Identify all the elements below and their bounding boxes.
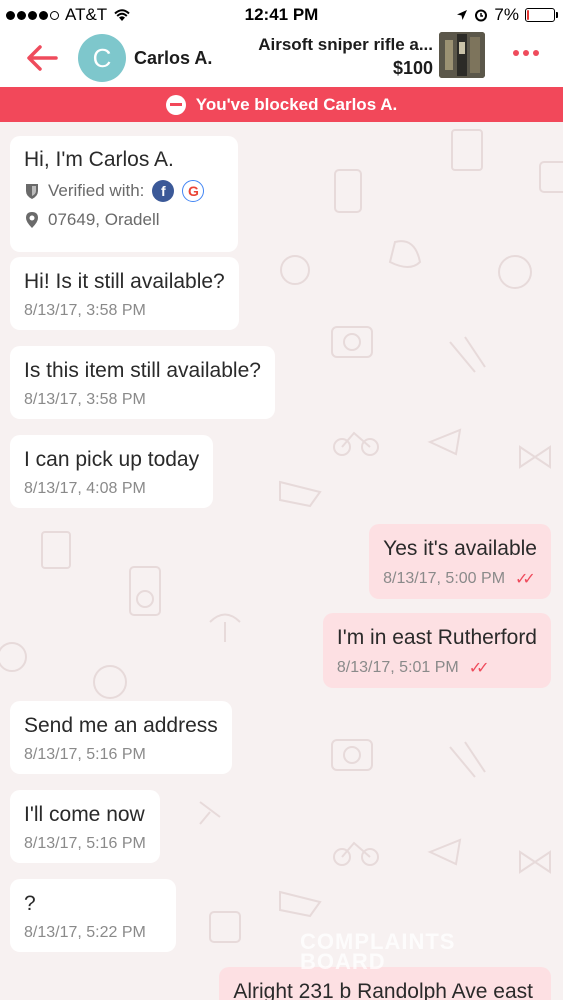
- message-bubble-outgoing[interactable]: I'm in east Rutherford 8/13/17, 5:01 PM …: [322, 613, 551, 688]
- item-title: Airsoft sniper rifle a...: [258, 35, 433, 54]
- blocked-banner-text: You've blocked Carlos A.: [195, 94, 398, 114]
- watermark: COMPLAINTS BOARD: [300, 931, 455, 974]
- double-check-icon: ✓✓: [515, 571, 536, 588]
- location-pin-icon: [26, 212, 38, 228]
- chat-header: C Carlos A. Airsoft sniper rifle a... $1…: [0, 30, 563, 87]
- profile-greeting: Hi, I'm Carlos A.: [24, 148, 174, 171]
- verified-label: Verified with:: [48, 181, 145, 200]
- alarm-icon: [475, 9, 488, 22]
- message-bubble-outgoing[interactable]: Yes it's available 8/13/17, 5:00 PM ✓✓: [369, 524, 551, 599]
- timestamp-text: 8/13/17, 5:16 PM: [24, 746, 146, 763]
- location-arrow-icon: [457, 10, 468, 20]
- item-thumbnail[interactable]: [439, 32, 485, 78]
- item-info[interactable]: Airsoft sniper rifle a... $100: [258, 35, 433, 79]
- message-bubble[interactable]: ? 8/13/17, 5:22 PM: [10, 879, 176, 952]
- back-arrow-icon: [27, 45, 58, 71]
- shield-icon: [26, 184, 38, 199]
- timestamp-text: 8/13/17, 4:08 PM: [24, 480, 146, 497]
- more-dot-icon: [533, 50, 539, 56]
- chat-thread[interactable]: Hi, I'm Carlos A. Verified with: f G 076…: [0, 122, 563, 1000]
- avatar[interactable]: C: [78, 34, 126, 82]
- timestamp-text: 8/13/17, 3:58 PM: [24, 302, 146, 319]
- battery-level-fill: [527, 10, 529, 20]
- message-bubble[interactable]: I can pick up today 8/13/17, 4:08 PM: [10, 435, 214, 508]
- message-bubble[interactable]: Hi! Is it still available? 8/13/17, 3:58…: [10, 257, 239, 330]
- more-dot-icon: [513, 50, 519, 56]
- blocked-banner[interactable]: You've blocked Carlos A.: [0, 87, 563, 122]
- timestamp-text: 8/13/17, 5:00 PM: [383, 570, 506, 587]
- profile-card: Hi, I'm Carlos A. Verified with: f G 076…: [10, 136, 238, 252]
- status-right: 7%: [456, 5, 558, 25]
- double-check-icon: ✓✓: [468, 660, 490, 677]
- message-bubble[interactable]: Is this item still available? 8/13/17, 3…: [10, 346, 275, 419]
- facebook-icon: f: [152, 180, 175, 202]
- location-row: 07649, Oradell: [24, 210, 224, 230]
- message-text: Send me an address: [24, 714, 218, 737]
- more-options-button[interactable]: [513, 50, 539, 56]
- contact-name[interactable]: Carlos A.: [134, 48, 212, 69]
- back-button[interactable]: [22, 38, 62, 78]
- timestamp-text: 8/13/17, 3:58 PM: [24, 391, 146, 408]
- message-text: Is this item still available?: [24, 359, 261, 382]
- battery-percent: 7%: [494, 5, 519, 24]
- more-dot-icon: [523, 50, 529, 56]
- item-price: $100: [392, 58, 433, 78]
- message-timestamp: 8/13/17, 4:08 PM: [24, 480, 199, 498]
- battery-icon: [525, 8, 558, 22]
- message-text: ?: [24, 892, 36, 915]
- message-text: I'll come now: [24, 803, 145, 826]
- message-timestamp: 8/13/17, 5:00 PM ✓✓: [383, 569, 537, 589]
- message-text: Hi! Is it still available?: [24, 270, 225, 293]
- message-bubble[interactable]: I'll come now 8/13/17, 5:16 PM: [10, 790, 160, 863]
- message-text: Yes it's available: [383, 537, 537, 560]
- google-icon: G: [182, 180, 205, 202]
- message-timestamp: 8/13/17, 5:01 PM ✓✓: [337, 658, 537, 678]
- message-text: Alright 231 b Randolph Ave east: [233, 980, 533, 1000]
- message-bubble[interactable]: Send me an address 8/13/17, 5:16 PM: [10, 701, 232, 774]
- location-label: 07649, Oradell: [48, 210, 160, 229]
- rifle-image: [439, 32, 485, 78]
- timestamp-text: 8/13/17, 5:16 PM: [24, 835, 146, 852]
- message-timestamp: 8/13/17, 5:22 PM: [24, 924, 162, 942]
- message-timestamp: 8/13/17, 5:16 PM: [24, 835, 146, 853]
- verified-row: Verified with: f G: [24, 180, 224, 202]
- message-timestamp: 8/13/17, 5:16 PM: [24, 746, 218, 764]
- block-icon: [165, 94, 186, 115]
- timestamp-text: 8/13/17, 5:01 PM: [336, 659, 459, 676]
- message-text: I'm in east Rutherford: [336, 626, 537, 649]
- message-timestamp: 8/13/17, 3:58 PM: [24, 302, 225, 320]
- watermark-line: BOARD: [300, 949, 386, 974]
- message-text: I can pick up today: [24, 448, 200, 471]
- status-bar: AT&T 12:41 PM 7%: [0, 0, 563, 30]
- timestamp-text: 8/13/17, 5:22 PM: [24, 924, 146, 941]
- message-timestamp: 8/13/17, 3:58 PM: [24, 391, 261, 409]
